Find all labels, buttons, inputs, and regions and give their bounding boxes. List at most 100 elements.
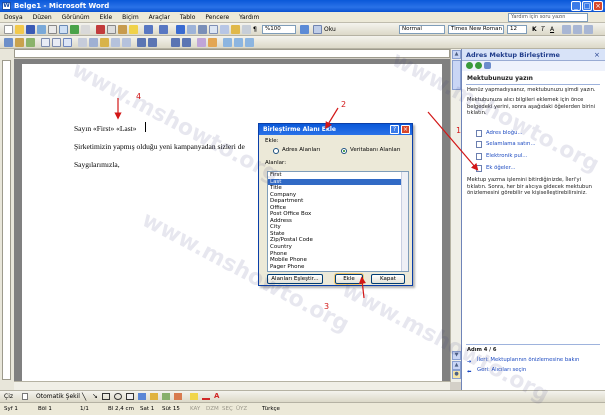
help-icon[interactable] [300,25,309,34]
database-fields-radio[interactable] [341,148,347,154]
vertical-ruler[interactable] [2,60,11,380]
read-label[interactable]: Oku [324,25,336,34]
font-color-icon[interactable]: A [214,392,219,400]
fill-color-icon[interactable] [190,393,198,400]
open-data-source-icon[interactable] [15,38,24,47]
print-preview-icon[interactable] [59,25,68,34]
last-record-icon[interactable] [182,38,191,47]
next-step-link[interactable]: ➔ İleri: Mektuplarının önizlemesine bakın [467,356,579,365]
close-button[interactable]: × [593,1,603,11]
align-left-icon[interactable] [562,25,571,34]
autoshapes-menu[interactable]: Otomatik Şekil [36,393,80,400]
diagram-icon[interactable] [150,393,158,400]
address-fields-label[interactable]: Adres Alanları [282,147,320,154]
help-search-input[interactable]: Yardım için soru yazın [508,13,588,22]
field-list-item[interactable]: Pager Phone [268,264,408,271]
insert-button[interactable]: Ekle [334,273,364,285]
read-icon[interactable] [313,25,322,34]
recipients-icon[interactable] [26,38,35,47]
close-dialog-button[interactable]: Kapat [371,274,405,284]
menu-format[interactable]: Biçim [118,12,143,23]
picture-icon[interactable] [174,393,182,400]
undo-icon[interactable] [144,25,153,34]
align-center-icon[interactable] [573,25,582,34]
zoom-select[interactable]: %100 [262,25,296,34]
status-overtype[interactable]: ÜYZ [236,406,247,412]
oval-icon[interactable] [114,393,122,400]
status-extend[interactable]: SEÇ [222,406,233,412]
clip-art-icon[interactable] [162,393,170,400]
horizontal-scrollbar[interactable] [14,381,450,390]
back-arrow-icon[interactable] [466,62,473,69]
doc-line-body[interactable]: Şirketimizin yapmış olduğu yeni kampanya… [74,142,245,151]
task-pane-close-icon[interactable]: × [594,51,600,59]
dialog-close-button[interactable]: × [401,125,410,134]
new-document-icon[interactable] [4,25,13,34]
more-items-link[interactable]: Ek öğeler... [476,164,515,172]
scroll-thumb[interactable] [452,60,461,90]
rectangle-icon[interactable] [102,393,110,400]
previous-page-icon[interactable]: ▲ [452,361,461,370]
minimize-button[interactable]: _ [571,1,581,11]
format-painter-icon[interactable] [129,25,138,34]
insert-address-block-icon[interactable] [41,38,50,47]
spelling-icon[interactable] [70,25,79,34]
paste-icon[interactable] [118,25,127,34]
drawing-icon[interactable] [231,25,240,34]
view-merged-data-icon[interactable] [89,38,98,47]
merge-to-document-icon[interactable] [223,38,232,47]
task-pane-title[interactable]: Adres Mektup Birleştirme [462,49,605,61]
maximize-button[interactable]: □ [582,1,592,11]
print-icon[interactable] [48,25,57,34]
previous-record-icon[interactable] [148,38,157,47]
match-fields-icon[interactable] [111,38,120,47]
address-block-link[interactable]: Adres bloğu... [476,129,523,137]
draw-menu[interactable]: Çiz [4,393,13,400]
database-fields-label[interactable]: Veritabanı Alanları [350,147,401,154]
menu-edit[interactable]: Düzen [29,12,56,23]
fields-listbox[interactable]: First Last Title Company Department Office Pos… [267,171,409,272]
tables-borders-icon[interactable] [187,25,196,34]
research-icon[interactable] [81,25,90,34]
electronic-postage-link[interactable]: Elektronik pul... [476,152,527,160]
italic-button[interactable]: T [541,25,545,34]
next-record-icon[interactable] [171,38,180,47]
merge-to-email-icon[interactable] [245,38,254,47]
show-hide-icon[interactable]: ¶ [253,25,257,34]
underline-button[interactable]: A [550,25,554,34]
arrow-icon[interactable]: ↘ [92,392,98,400]
columns-icon[interactable] [220,25,229,34]
insert-table-icon[interactable] [198,25,207,34]
propagate-labels-icon[interactable] [122,38,131,47]
main-document-setup-icon[interactable] [4,38,13,47]
menu-window[interactable]: Pencere [201,12,233,23]
style-select[interactable]: Normal [399,25,445,34]
find-entry-icon[interactable] [197,38,206,47]
menu-help[interactable]: Yardım [235,12,263,23]
permission-icon[interactable] [37,25,46,34]
check-errors-icon[interactable] [208,38,217,47]
word-fields-icon[interactable] [78,38,87,47]
previous-step-link[interactable]: ⬅ Geri: Alıcıları seçin [467,366,526,375]
scroll-down-icon[interactable]: ▼ [452,351,461,360]
hyperlink-icon[interactable] [176,25,185,34]
menu-view[interactable]: Görünüm [58,12,94,23]
list-scrollbar[interactable] [401,172,408,271]
line-icon[interactable]: ╲ [82,393,86,401]
text-box-icon[interactable] [126,393,134,400]
document-map-icon[interactable] [242,25,251,34]
first-record-icon[interactable] [137,38,146,47]
cut-icon[interactable] [96,25,105,34]
menu-file[interactable]: Dosya [0,12,27,23]
font-select[interactable]: Times New Roman [448,25,504,34]
menu-tools[interactable]: Araçlar [145,12,174,23]
match-fields-button[interactable]: Alanları Eşleştir... [267,274,323,284]
merge-to-printer-icon[interactable] [234,38,243,47]
dialog-help-button[interactable]: ? [390,125,399,134]
greeting-line-link[interactable]: Selamlama satırı... [476,140,536,148]
insert-greeting-icon[interactable] [52,38,61,47]
highlight-fields-icon[interactable] [100,38,109,47]
line-color-icon[interactable] [202,393,210,400]
scroll-up-icon[interactable]: ▲ [452,50,461,59]
address-fields-radio[interactable] [273,148,279,154]
